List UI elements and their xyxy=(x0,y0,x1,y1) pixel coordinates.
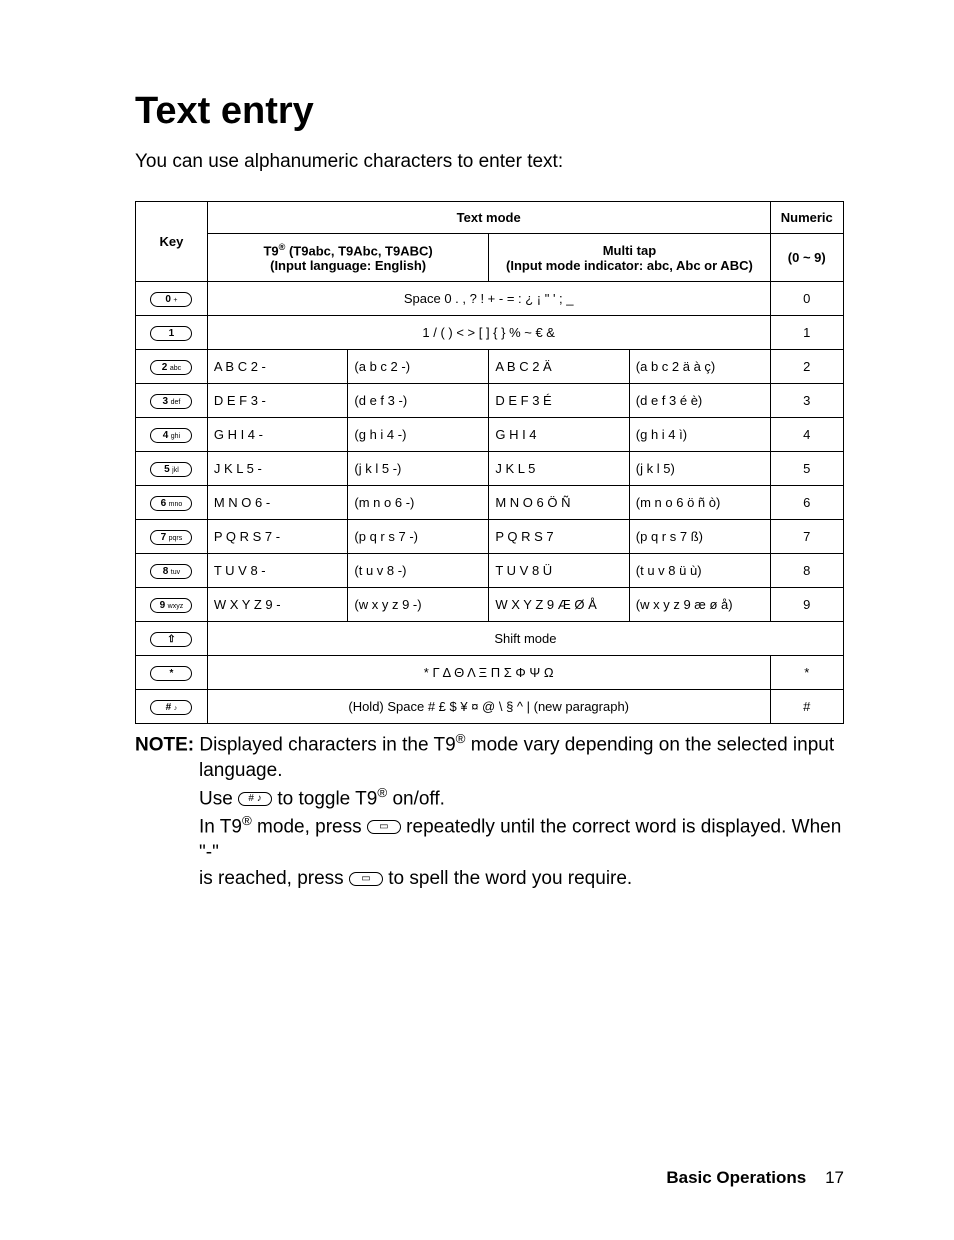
row-mtu: P Q R S 7 xyxy=(489,520,629,554)
row-num: 4 xyxy=(770,418,843,452)
key-cell: 5 jkl xyxy=(136,452,208,486)
row-t9l: (a b c 2 -) xyxy=(348,350,489,384)
key-cell: * xyxy=(136,656,208,690)
row-t9l: (w x y z 9 -) xyxy=(348,588,489,622)
header-multitap: Multi tap (Input mode indicator: abc, Ab… xyxy=(489,234,770,282)
key-icon: 9 wxyz xyxy=(150,598,192,613)
key-icon: ⇧ xyxy=(150,632,192,647)
row-num: 7 xyxy=(770,520,843,554)
header-numeric: Numeric xyxy=(770,202,843,234)
row-num: 9 xyxy=(770,588,843,622)
key-icon: 5 jkl xyxy=(150,462,192,477)
key-icon: 6 mno xyxy=(150,496,192,511)
row-t9u: P Q R S 7 - xyxy=(207,520,348,554)
key-icon: 0 + xyxy=(150,292,192,307)
key-icon: 7 pqrs xyxy=(150,530,192,545)
row-num: # xyxy=(770,690,843,724)
box-key-icon: ▭ xyxy=(349,872,383,886)
key-icon: 8 tuv xyxy=(150,564,192,579)
row-mtl: (p q r s 7 ß) xyxy=(629,520,770,554)
note-label: NOTE: xyxy=(135,735,194,756)
row-t9u: T U V 8 - xyxy=(207,554,348,588)
key-icon: # ♪ xyxy=(150,700,192,715)
header-numeric-range: (0 ~ 9) xyxy=(770,234,843,282)
key-cell: # ♪ xyxy=(136,690,208,724)
key-icon: 4 ghi xyxy=(150,428,192,443)
row-mtl: (g h i 4 ì) xyxy=(629,418,770,452)
row-mtu: G H I 4 xyxy=(489,418,629,452)
hash-key-icon: # ♪ xyxy=(238,792,272,806)
row-mtl: (w x y z 9 æ ø å) xyxy=(629,588,770,622)
row-num: 6 xyxy=(770,486,843,520)
row-t9l: (d e f 3 -) xyxy=(348,384,489,418)
row-mtu: D E F 3 É xyxy=(489,384,629,418)
row-mtl: (t u v 8 ü ù) xyxy=(629,554,770,588)
row-t9u: J K L 5 - xyxy=(207,452,348,486)
row-num: 8 xyxy=(770,554,843,588)
row-num: * xyxy=(770,656,843,690)
row-t9u: D E F 3 - xyxy=(207,384,348,418)
key-icon: 2 abc xyxy=(150,360,192,375)
note-block: NOTE: Displayed characters in the T9® mo… xyxy=(135,730,844,891)
row-num: 0 xyxy=(770,282,843,316)
page-title: Text entry xyxy=(135,90,844,133)
row-mtl: (m n o 6 ö ñ ò) xyxy=(629,486,770,520)
row-t9u: G H I 4 - xyxy=(207,418,348,452)
key-cell: 9 wxyz xyxy=(136,588,208,622)
row-mtu: A B C 2 Ä xyxy=(489,350,629,384)
row-span: * Γ Δ Θ Λ Ξ Π Σ Φ Ψ Ω xyxy=(207,656,770,690)
key-icon: * xyxy=(150,666,192,681)
row-mtu: J K L 5 xyxy=(489,452,629,486)
row-t9u: A B C 2 - xyxy=(207,350,348,384)
row-mtl: (j k l 5) xyxy=(629,452,770,486)
row-t9l: (m n o 6 -) xyxy=(348,486,489,520)
text-entry-table: Key Text mode Numeric T9® (T9abc, T9Abc,… xyxy=(135,201,844,724)
row-t9l: (p q r s 7 -) xyxy=(348,520,489,554)
key-cell: 0 + xyxy=(136,282,208,316)
key-cell: 3 def xyxy=(136,384,208,418)
header-key: Key xyxy=(136,202,208,282)
key-icon: 1 xyxy=(150,326,192,341)
row-t9u: W X Y Z 9 - xyxy=(207,588,348,622)
row-t9u: M N O 6 - xyxy=(207,486,348,520)
row-mtu: T U V 8 Ü xyxy=(489,554,629,588)
row-t9l: (j k l 5 -) xyxy=(348,452,489,486)
row-mtl: (a b c 2 ä à ç) xyxy=(629,350,770,384)
header-t9: T9® (T9abc, T9Abc, T9ABC) (Input languag… xyxy=(207,234,489,282)
key-cell: 2 abc xyxy=(136,350,208,384)
key-cell: 7 pqrs xyxy=(136,520,208,554)
row-span: (Hold) Space # £ $ ¥ ¤ @ \ § ^ | (new pa… xyxy=(207,690,770,724)
key-cell: ⇧ xyxy=(136,622,208,656)
row-mtu: M N O 6 Ö Ñ xyxy=(489,486,629,520)
row-span: 1 / ( ) < > [ ] { } % ~ € & xyxy=(207,316,770,350)
row-num: 5 xyxy=(770,452,843,486)
row-t9l: (g h i 4 -) xyxy=(348,418,489,452)
row-num: 1 xyxy=(770,316,843,350)
page-footer: Basic Operations 17 xyxy=(666,1168,844,1188)
footer-section: Basic Operations xyxy=(666,1168,806,1187)
footer-page: 17 xyxy=(825,1168,844,1187)
key-cell: 1 xyxy=(136,316,208,350)
row-mtl: (d e f 3 é è) xyxy=(629,384,770,418)
row-num: 2 xyxy=(770,350,843,384)
key-cell: 8 tuv xyxy=(136,554,208,588)
key-cell: 6 mno xyxy=(136,486,208,520)
key-cell: 4 ghi xyxy=(136,418,208,452)
row-num: 3 xyxy=(770,384,843,418)
box-key-icon: ▭ xyxy=(367,820,401,834)
row-t9l: (t u v 8 -) xyxy=(348,554,489,588)
intro-text: You can use alphanumeric characters to e… xyxy=(135,151,844,173)
row-full: Shift mode xyxy=(207,622,843,656)
row-mtu: W X Y Z 9 Æ Ø Å xyxy=(489,588,629,622)
row-span: Space 0 . , ? ! + - = : ¿ ¡ " ' ; _ xyxy=(207,282,770,316)
header-textmode: Text mode xyxy=(207,202,770,234)
key-icon: 3 def xyxy=(150,394,192,409)
